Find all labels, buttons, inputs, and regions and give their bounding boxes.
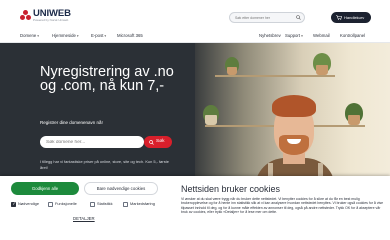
logo-tagline: Powered by Norsk Uniweb — [33, 18, 69, 22]
details-link[interactable]: DETALJER — [73, 216, 95, 221]
nav-item-nyhetsbrev[interactable]: Nyhetsbrev — [259, 33, 281, 39]
header-search[interactable] — [229, 12, 305, 23]
nav-item-epost[interactable]: E-post▾ — [91, 33, 106, 39]
cookie-actions: Godkjenn alle Bare nødvendige cookies Nø… — [0, 176, 168, 240]
hero-title: Nyregistrering av .no og .com, nå kun 7,… — [40, 64, 174, 94]
search-icon[interactable] — [296, 15, 301, 20]
chevron-down-icon: ▾ — [76, 34, 79, 38]
cart-label: Handlekurv — [344, 15, 365, 20]
pot — [316, 65, 328, 75]
header-search-input[interactable] — [235, 14, 295, 21]
accept-all-button[interactable]: Godkjenn alle — [11, 182, 79, 195]
domain-search-button[interactable]: Søk — [144, 136, 172, 148]
pot — [348, 115, 360, 125]
nav-item-microsoft-365[interactable]: Microsoft 365 — [117, 33, 143, 39]
pot — [227, 67, 237, 75]
nav-label: Kontrollpanel — [340, 33, 366, 38]
pot — [205, 115, 217, 125]
nav-item-hjemmeside[interactable]: Hjemmeside▾ — [52, 33, 79, 39]
nav-label: Webmail — [313, 33, 330, 38]
chevron-down-icon: ▾ — [301, 34, 303, 38]
checkbox-label: Nødvendige — [18, 201, 39, 206]
top-header: UNIWEB Powered by Norsk Uniweb Handlekur… — [0, 0, 390, 30]
cookie-categories: Nødvendige Funksjonelle Statistikk Marke… — [11, 201, 171, 209]
cart-button[interactable]: Handlekurv — [331, 12, 371, 23]
domain-search-button-label: Søk — [156, 139, 165, 144]
nav-label: Hjemmeside — [52, 33, 76, 38]
cart-icon — [336, 15, 342, 20]
nav-label: Domene — [20, 33, 37, 38]
nav-item-kontrollpanel[interactable]: Kontrollpanel — [340, 33, 365, 39]
checkbox-icon[interactable] — [123, 201, 128, 207]
hero-promo-text: I tillegg har vi fantastiske priser på o… — [40, 159, 169, 170]
cookie-consent-banner: Godkjenn alle Bare nødvendige cookies Nø… — [0, 176, 390, 240]
checkbox-label: Markedsføring — [130, 201, 155, 206]
domain-search-input[interactable] — [46, 138, 136, 146]
logo-mark-icon — [20, 10, 31, 21]
chevron-down-icon: ▾ — [37, 34, 40, 38]
checkbox-icon[interactable] — [90, 201, 95, 207]
cookie-description: Vi ønsker at du skal være trygg når du b… — [181, 197, 384, 215]
person-hair — [272, 95, 316, 117]
domain-search[interactable] — [40, 136, 144, 148]
checkbox-icon[interactable] — [48, 201, 53, 207]
nav-label: Support — [285, 33, 301, 38]
nav-label: E-post — [91, 33, 104, 38]
checkbox-label: Funksjonelle — [55, 201, 77, 206]
checkbox-checked-icon[interactable] — [11, 201, 16, 207]
necessary-only-button[interactable]: Bare nødvendige cookies — [84, 182, 158, 195]
shelf — [215, 75, 335, 77]
search-icon — [149, 139, 154, 145]
hero-subtitle: Registrer dine domenenavn nå! — [40, 120, 103, 125]
checkbox-label: Statistikk — [97, 201, 113, 206]
cookie-info: Nettsiden bruker cookies Vi ønsker at du… — [168, 176, 390, 240]
nav-label: Nyhetsbrev — [259, 33, 281, 38]
person-beard — [279, 135, 309, 155]
nav-label: Microsoft 365 — [117, 33, 143, 38]
nav-item-webmail[interactable]: Webmail — [313, 33, 330, 39]
chevron-down-icon: ▾ — [104, 34, 107, 38]
cookie-title: Nettsiden bruker cookies — [181, 184, 281, 194]
nav-item-domene[interactable]: Domene▾ — [20, 33, 39, 39]
logo[interactable]: UNIWEB Powered by Norsk Uniweb — [20, 9, 71, 23]
main-nav: Domene▾ Hjemmeside▾ E-post▾ Microsoft 36… — [0, 30, 390, 43]
nav-item-support[interactable]: Support▾ — [285, 33, 303, 39]
